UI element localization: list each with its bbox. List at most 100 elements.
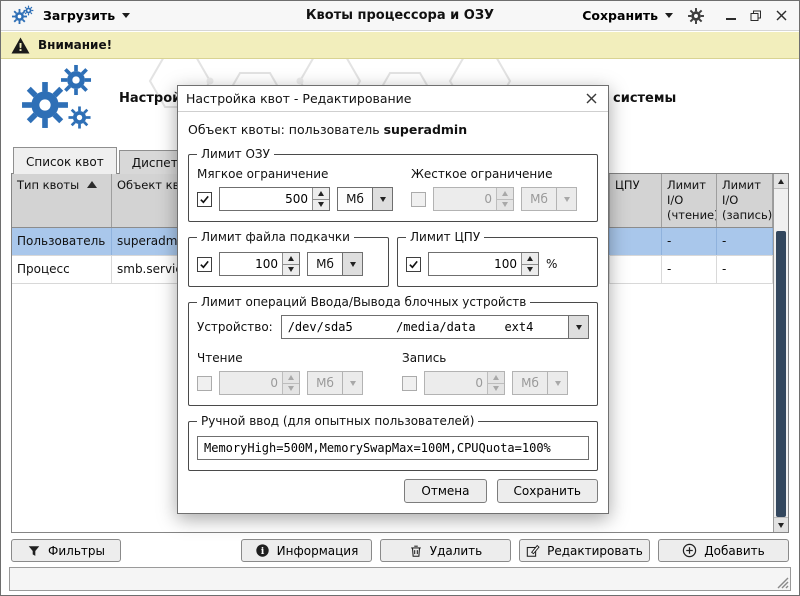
page-heading-right: системы — [613, 91, 676, 106]
app-logo — [17, 63, 113, 153]
filters-button[interactable]: Фильтры — [11, 539, 121, 562]
close-icon — [586, 93, 597, 104]
hard-limit-spinner — [433, 187, 514, 211]
spin-down-button — [497, 200, 513, 211]
dropdown-arrow-icon — [557, 187, 577, 211]
page-heading-left: Настрой — [119, 91, 181, 106]
hard-limit-label: Жесткое ограничение — [411, 167, 589, 181]
edit-label: Редактировать — [547, 544, 643, 558]
restore-icon — [750, 10, 762, 22]
toolbar-spacer — [129, 539, 233, 562]
io-write-checkbox — [402, 376, 417, 391]
maximize-button[interactable] — [748, 8, 764, 24]
soft-limit-spinner — [219, 187, 330, 211]
spin-up-button — [497, 188, 513, 200]
quota-edit-dialog: Настройка квот - Редактирование Объект к… — [177, 85, 609, 514]
spin-up-button[interactable] — [283, 253, 299, 265]
svg-text:!: ! — [18, 41, 23, 54]
cancel-button[interactable]: Отмена — [404, 479, 486, 503]
add-label: Добавить — [704, 544, 764, 558]
resize-grip[interactable] — [775, 575, 789, 589]
column-header-cpu[interactable]: ЦПУ — [610, 174, 662, 227]
scrollbar-thumb[interactable] — [776, 231, 786, 517]
soft-limit-checkbox[interactable] — [197, 192, 212, 207]
dialog-close-button[interactable] — [582, 90, 600, 108]
warning-icon: ! — [11, 37, 30, 54]
settings-gear-button[interactable] — [687, 7, 705, 25]
info-button[interactable]: i Информация — [241, 539, 372, 562]
io-write-label: Запись — [402, 351, 589, 365]
spin-down-button[interactable] — [313, 200, 329, 211]
cpu-limit-legend: Лимит ЦПУ — [406, 230, 484, 244]
load-menu-button[interactable]: Загрузить — [43, 8, 130, 23]
column-header-type[interactable]: Тип квоты — [12, 174, 112, 227]
dialog-save-button[interactable]: Сохранить — [497, 479, 599, 503]
titlebar: Загрузить Квоты процессора и ОЗУ Сохрани… — [1, 1, 799, 31]
column-header-io-read[interactable]: Лимит I/O (чтение) — [662, 174, 717, 227]
spin-down-button[interactable] — [522, 265, 538, 276]
ram-limit-group: Лимит ОЗУ Мягкое ограничение — [188, 147, 598, 222]
save-menu-label: Сохранить — [582, 8, 658, 23]
dropdown-arrow-icon — [343, 371, 363, 395]
gear-icon — [687, 7, 705, 25]
add-button[interactable]: Добавить — [658, 539, 789, 562]
vertical-scrollbar[interactable] — [773, 174, 788, 532]
spin-up-button[interactable] — [522, 253, 538, 265]
device-label: Устройство: — [197, 320, 273, 334]
dropdown-arrow-icon — [548, 371, 568, 395]
minimize-icon — [726, 12, 736, 20]
soft-limit-unit-select[interactable]: Мб — [337, 187, 393, 211]
cpu-limit-group: Лимит ЦПУ % — [397, 230, 598, 287]
window-title: Квоты процессора и ОЗУ — [306, 8, 494, 23]
column-label: Лимит I/O (запись) — [722, 178, 772, 222]
io-read-spinner — [219, 371, 300, 395]
edit-button[interactable]: Редактировать — [519, 539, 650, 562]
soft-limit-input[interactable] — [220, 188, 312, 210]
window-controls — [723, 8, 789, 24]
dropdown-arrow-icon — [373, 187, 393, 211]
action-toolbar: Фильтры i Информация Удалить — [11, 539, 789, 562]
manual-input-group: Ручной ввод (для опытных пользователей) — [188, 414, 598, 471]
scroll-down-button[interactable] — [774, 517, 788, 532]
quota-object-value: superadmin — [384, 122, 468, 137]
edit-pencil-icon — [526, 544, 540, 558]
column-label: ЦПУ — [615, 178, 640, 192]
spin-down-button[interactable] — [283, 265, 299, 276]
spin-down-button — [488, 384, 504, 395]
swap-limit-spinner — [219, 252, 300, 276]
ram-limit-legend: Лимит ОЗУ — [197, 147, 274, 161]
cpu-limit-checkbox[interactable] — [406, 257, 421, 272]
cpu-limit-input[interactable] — [429, 253, 521, 275]
spin-up-button[interactable] — [313, 188, 329, 200]
io-read-label: Чтение — [197, 351, 384, 365]
dropdown-arrow-icon — [343, 252, 363, 276]
tab-quota-list[interactable]: Список квот — [13, 147, 117, 174]
swap-limit-checkbox[interactable] — [197, 257, 212, 272]
manual-input-field[interactable] — [197, 436, 589, 460]
io-read-input — [220, 372, 282, 394]
plus-circle-icon — [682, 543, 697, 558]
minimize-button[interactable] — [723, 8, 739, 24]
save-menu-button[interactable]: Сохранить — [582, 8, 673, 23]
info-label: Информация — [277, 544, 359, 558]
column-header-io-write[interactable]: Лимит I/O (запись) — [717, 174, 773, 227]
swap-limit-unit-select[interactable]: Мб — [307, 252, 363, 276]
scroll-up-button[interactable] — [774, 174, 788, 189]
io-write-unit-select: Мб — [512, 371, 568, 395]
swap-limit-input[interactable] — [220, 253, 282, 275]
dropdown-arrow-icon[interactable] — [569, 315, 589, 339]
device-input[interactable] — [281, 315, 569, 339]
cell-io-write: - — [717, 228, 773, 255]
status-bar — [9, 567, 791, 591]
swap-limit-legend: Лимит файла подкачки — [197, 230, 354, 244]
cpu-limit-spinner — [428, 252, 539, 276]
delete-button[interactable]: Удалить — [380, 539, 511, 562]
cell-io-write: - — [717, 256, 773, 283]
io-read-checkbox — [197, 376, 212, 391]
device-select[interactable] — [281, 315, 589, 339]
cell-io-read: - — [662, 228, 717, 255]
close-button[interactable] — [773, 8, 789, 24]
io-limit-legend: Лимит операций Ввода/Вывода блочных устр… — [197, 295, 530, 309]
info-icon: i — [255, 543, 270, 558]
cell-type: Процесс — [12, 256, 112, 283]
